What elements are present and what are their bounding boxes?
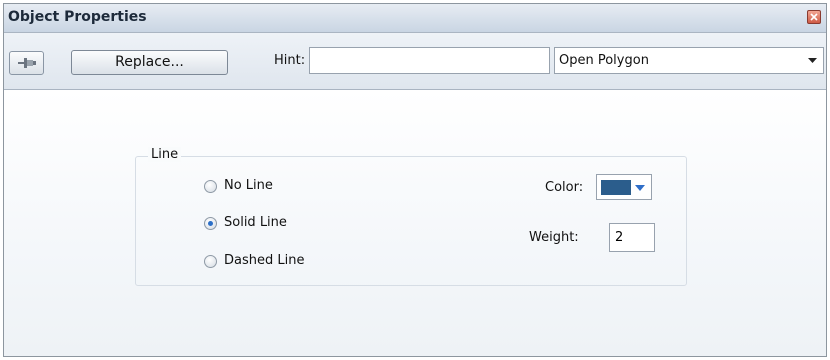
color-label: Color:: [545, 180, 584, 195]
chevron-down-icon: [635, 185, 645, 191]
object-type-select[interactable]: Open Polygon: [554, 47, 824, 74]
close-icon: [810, 13, 818, 21]
color-swatch: [601, 180, 631, 195]
properties-panel: Line No Line Solid Line Dashed Line Colo…: [4, 90, 826, 356]
line-group: Line No Line Solid Line Dashed Line Colo…: [135, 147, 687, 286]
object-properties-window: Object Properties Replace... Hint: Open …: [3, 3, 827, 357]
dashed-line-radio[interactable]: [204, 255, 217, 268]
color-picker[interactable]: [596, 174, 652, 200]
object-type-value: Open Polygon: [559, 53, 649, 68]
window-title: Object Properties: [8, 9, 147, 25]
pin-button[interactable]: [9, 51, 44, 75]
pin-icon: [18, 58, 36, 68]
weight-input[interactable]: [609, 223, 655, 252]
no-line-radio[interactable]: [204, 180, 217, 193]
chevron-down-icon: [808, 58, 817, 63]
solid-line-radio[interactable]: [204, 217, 217, 230]
close-button[interactable]: [807, 10, 821, 24]
weight-label: Weight:: [529, 230, 579, 245]
toolbar: Replace... Hint: Open Polygon: [4, 33, 826, 90]
line-group-legend: Line: [148, 147, 182, 162]
solid-line-label: Solid Line: [224, 215, 287, 230]
hint-label: Hint:: [274, 53, 306, 68]
no-line-label: No Line: [224, 178, 273, 193]
replace-button[interactable]: Replace...: [71, 50, 228, 75]
hint-input[interactable]: [309, 47, 550, 74]
dashed-line-label: Dashed Line: [224, 253, 305, 268]
title-bar: Object Properties: [4, 4, 826, 33]
